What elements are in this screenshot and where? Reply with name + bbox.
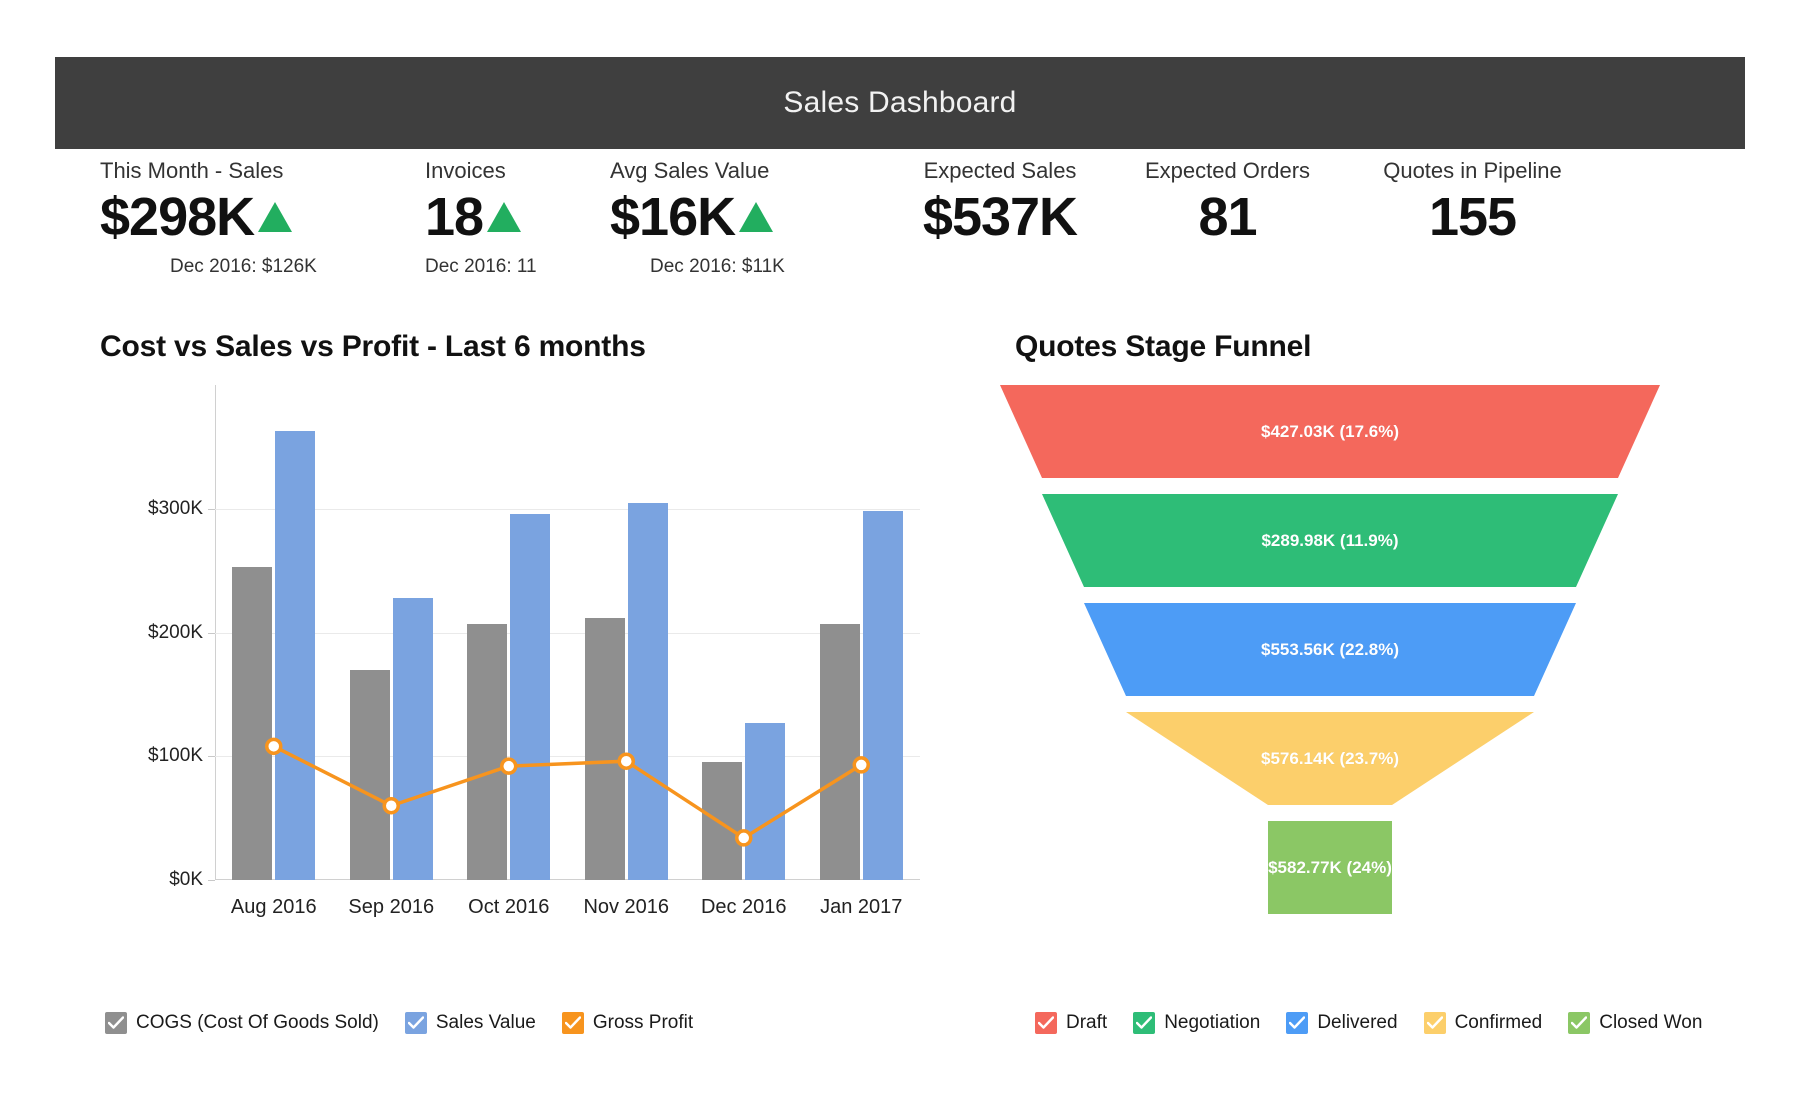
gross-profit-point[interactable] [735, 829, 753, 847]
kpi-value: $537K [922, 187, 1078, 247]
kpi-card: This Month - Sales $298K Dec 2016: $126K [100, 160, 317, 278]
bar-chart-plot: $0K $100K $200K $300K Aug 2016 Sep 2016 Oct 20… [148, 385, 920, 918]
kpi-value: $16K [610, 187, 736, 247]
kpi-card: Quotes in Pipeline 155 [1375, 158, 1570, 245]
y-tick-mark [208, 632, 215, 634]
checkbox-checked-icon[interactable] [1423, 1012, 1446, 1034]
legend-item[interactable]: Gross Profit [561, 1012, 694, 1034]
kpi-label: Avg Sales Value [610, 158, 770, 183]
kpi-row: This Month - Sales $298K Dec 2016: $126K In… [55, 160, 1745, 305]
y-axis-tick-label: $0K [169, 869, 203, 890]
x-axis-tick-label: Oct 2016 [468, 896, 550, 918]
kpi-comparison: Dec 2016: $126K [170, 256, 317, 277]
kpi-card: Invoices 18 Dec 2016: 11 [425, 160, 537, 278]
legend-label: Draft [1066, 1012, 1108, 1033]
legend-item[interactable]: Draft [1035, 1012, 1107, 1034]
kpi-value: 81 [1198, 187, 1257, 247]
kpi-value-row: $16K [610, 190, 785, 244]
kpi-card: Expected Sales $537K [900, 158, 1100, 245]
legend-label: Closed Won [1599, 1012, 1703, 1033]
y-axis-tick-label: $200K [148, 621, 203, 643]
gross-profit-polyline [272, 744, 863, 840]
funnel-segment-label: $553.56K (22.8%) [1261, 639, 1399, 659]
funnel-segment-label: $576.14K (23.7%) [1261, 748, 1399, 768]
checkbox-checked-icon[interactable] [105, 1012, 127, 1034]
x-axis-tick-label: Nov 2016 [583, 896, 670, 918]
checkbox-checked-icon[interactable] [561, 1012, 584, 1034]
page-title: Sales Dashboard [783, 86, 1017, 119]
legend-label: Gross Profit [592, 1012, 694, 1033]
legend-item[interactable]: Sales Value [404, 1012, 536, 1034]
legend-item[interactable]: Negotiation [1133, 1012, 1260, 1034]
y-tick-mark [208, 508, 215, 510]
bar-chart-legend: COGS (Cost Of Goods Sold) Sales Value Gros… [105, 1012, 719, 1034]
checkbox-checked-icon[interactable] [1568, 1012, 1591, 1034]
y-axis-tick-label: $300K [148, 497, 203, 519]
funnel-segment-label: $582.77K (24%) [1268, 857, 1392, 877]
kpi-value-row: 155 [1375, 190, 1570, 244]
kpi-comparison: Dec 2016: 11 [425, 256, 537, 277]
x-axis-tick-label: Aug 2016 [230, 896, 317, 918]
funnel-chart-title: Quotes Stage Funnel [1015, 330, 1312, 363]
trend-up-icon [487, 202, 522, 232]
kpi-card: Expected Orders 81 [1140, 158, 1315, 245]
funnel-segment-label: $289.98K (11.9%) [1261, 530, 1399, 550]
trend-up-icon [739, 202, 774, 232]
kpi-value-row: 18 [425, 190, 537, 244]
dashboard-header: Sales Dashboard [55, 57, 1745, 149]
gross-profit-point[interactable] [617, 752, 635, 770]
legend-label: Negotiation [1164, 1012, 1261, 1033]
checkbox-checked-icon[interactable] [1133, 1012, 1156, 1034]
kpi-value: $298K [100, 187, 255, 247]
funnel-chart-legend: Draft Negotiation Delivered Confirmed Closed… [1035, 1012, 1728, 1034]
x-axis-tick-label: Sep 2016 [348, 896, 435, 918]
legend-item[interactable]: COGS (Cost Of Goods Sold) [105, 1012, 379, 1034]
quotes-stage-funnel-panel: Quotes Stage Funnel $427.03K (17.6%) $289… [1000, 330, 1760, 1060]
gross-profit-line [265, 737, 870, 847]
kpi-label: Quotes in Pipeline [1383, 158, 1562, 183]
legend-item[interactable]: Delivered [1286, 1012, 1398, 1034]
cost-sales-profit-panel: Cost vs Sales vs Profit - Last 6 months … [55, 330, 955, 1060]
gross-profit-point[interactable] [382, 797, 400, 815]
y-axis-tick-label: $100K [148, 745, 203, 767]
kpi-card: Avg Sales Value $16K Dec 2016: $11K [610, 160, 785, 278]
kpi-value-row: $298K [100, 190, 317, 244]
kpi-value: 18 [425, 187, 484, 247]
checkbox-checked-icon[interactable] [1035, 1012, 1057, 1034]
kpi-label: This Month - Sales [100, 158, 284, 183]
legend-item[interactable]: Closed Won [1568, 1012, 1702, 1034]
bar-chart-title: Cost vs Sales vs Profit - Last 6 months [100, 330, 646, 363]
trend-up-icon [258, 202, 293, 232]
x-axis-tick-label: Dec 2016 [700, 896, 787, 918]
dashboard-page: Sales Dashboard This Month - Sales $298K D… [0, 0, 1800, 1100]
legend-label: Sales Value [435, 1012, 536, 1033]
kpi-value: 155 [1428, 187, 1517, 247]
funnel-chart: $427.03K (17.6%) $289.98K (11.9%) $553.56K… [1000, 385, 1700, 930]
kpi-label: Invoices [425, 158, 506, 183]
kpi-value-row: $537K [900, 190, 1100, 244]
gross-profit-point[interactable] [265, 737, 283, 756]
legend-label: Delivered [1317, 1012, 1398, 1033]
funnel-segment-label: $427.03K (17.6%) [1261, 421, 1399, 441]
kpi-comparison: Dec 2016: $11K [650, 256, 785, 277]
legend-label: Confirmed [1454, 1012, 1543, 1033]
y-tick-mark [208, 880, 215, 881]
kpi-label: Expected Orders [1144, 158, 1311, 183]
kpi-value-row: 81 [1140, 190, 1315, 244]
y-tick-mark [208, 756, 215, 758]
x-axis-tick-label: Jan 2017 [820, 896, 903, 918]
gross-profit-point[interactable] [852, 756, 870, 774]
gross-profit-point[interactable] [500, 757, 518, 775]
checkbox-checked-icon[interactable] [1286, 1012, 1309, 1034]
legend-label: COGS (Cost Of Goods Sold) [136, 1012, 379, 1033]
legend-item[interactable]: Confirmed [1423, 1012, 1543, 1034]
kpi-label: Expected Sales [923, 158, 1077, 183]
checkbox-checked-icon[interactable] [404, 1012, 427, 1034]
